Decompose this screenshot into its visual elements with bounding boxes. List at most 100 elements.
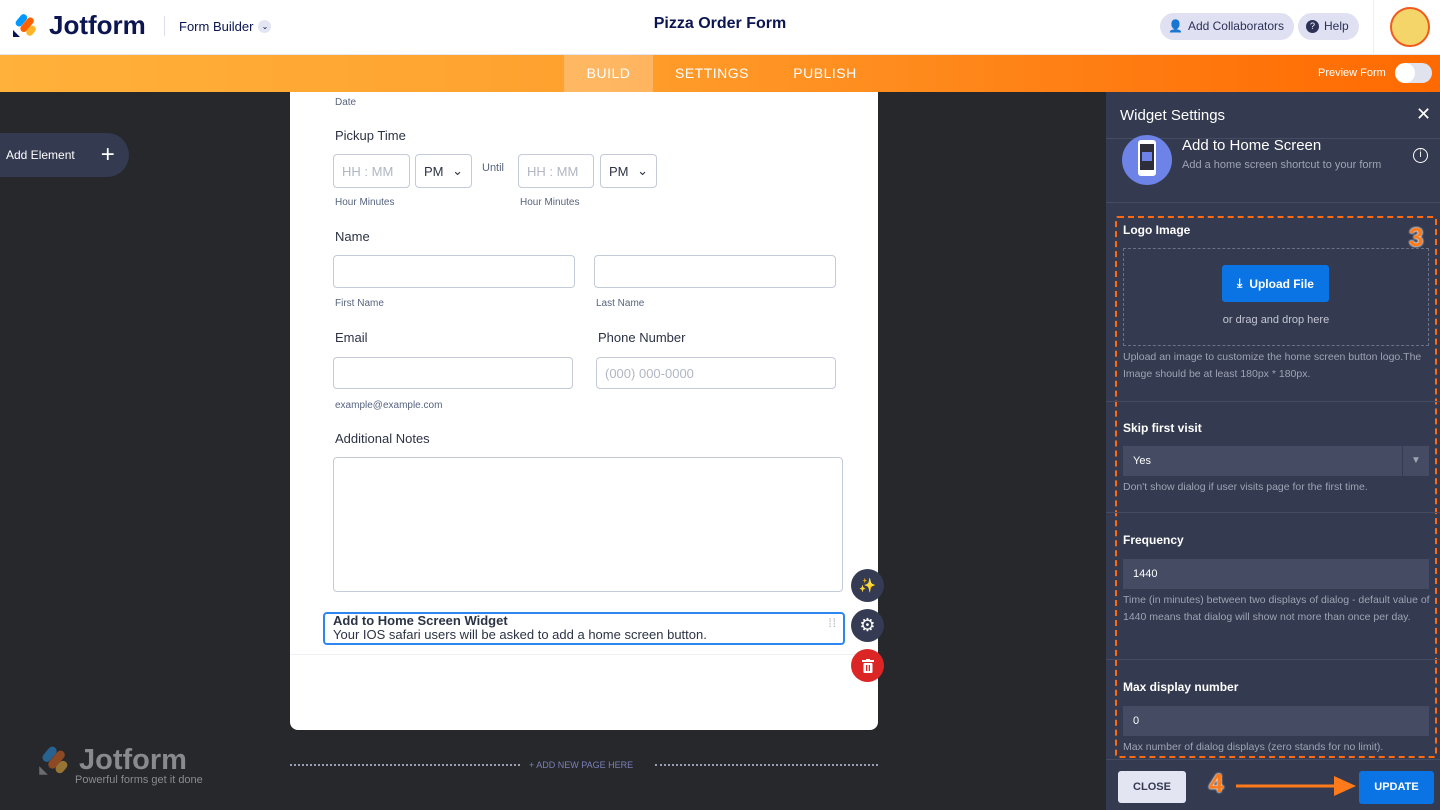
logo-image-label: Logo Image — [1123, 223, 1191, 237]
dotted-line — [655, 764, 878, 766]
home-screen-widget-field[interactable]: Add to Home Screen Widget Your IOS safar… — [323, 612, 845, 645]
info-icon[interactable]: i — [1413, 148, 1428, 163]
first-name-input[interactable] — [333, 255, 575, 288]
skip-first-visit-label: Skip first visit — [1123, 421, 1202, 435]
divider — [1106, 202, 1440, 203]
step-4-marker: 4 — [1209, 768, 1224, 798]
divider — [1106, 759, 1440, 760]
dropdown-arrow-icon: ▼ — [1402, 446, 1429, 476]
avatar[interactable] — [1390, 7, 1430, 47]
help-button[interactable]: ? Help — [1298, 13, 1359, 40]
form-canvas: Date Pickup Time HH : MM PM ⌄ Until HH : … — [290, 92, 878, 730]
user-icon: 👤 — [1168, 19, 1183, 33]
update-button[interactable]: UPDATE — [1359, 771, 1434, 804]
pickup-start-time-input[interactable]: HH : MM — [333, 154, 410, 188]
gear-icon: ⚙ — [859, 615, 876, 635]
footer-brand: Jotform — [79, 744, 187, 776]
hour-minutes-sublabel: Hour Minutes — [520, 197, 580, 208]
pickup-time-label: Pickup Time — [335, 128, 406, 143]
divider — [164, 16, 165, 36]
tab-build[interactable]: BUILD — [564, 55, 653, 92]
widget-title: Add to Home Screen Widget — [333, 613, 508, 628]
nav-bar: BUILD SETTINGS PUBLISH Preview Form — [0, 55, 1440, 92]
widget-name: Add to Home Screen — [1182, 137, 1322, 154]
max-display-label: Max display number — [1123, 680, 1239, 694]
value: PM — [609, 163, 629, 179]
settings-button[interactable]: ⚙ — [851, 609, 884, 642]
tab-publish[interactable]: PUBLISH — [776, 55, 874, 92]
plus-icon: + — [100, 141, 115, 168]
widget-subtitle: Add a home screen shortcut to your form — [1182, 159, 1382, 171]
page-divider — [290, 654, 878, 655]
label: Upload File — [1249, 276, 1314, 291]
phone-label: Phone Number — [598, 330, 686, 345]
arrow-icon — [1236, 776, 1356, 796]
first-name-sublabel: First Name — [335, 298, 384, 309]
until-label: Until — [482, 162, 505, 174]
pickup-end-time-input[interactable]: HH : MM — [518, 154, 594, 188]
max-display-input[interactable]: 0 — [1123, 706, 1429, 736]
frequency-help: Time (in minutes) between two displays o… — [1123, 594, 1430, 623]
phone-input[interactable]: (000) 000-0000 — [596, 357, 836, 389]
skip-first-visit-select[interactable]: Yes ▼ — [1123, 446, 1429, 476]
product-label: Form Builder — [179, 19, 254, 34]
divider — [1373, 0, 1374, 55]
jotform-footer-logo-icon — [38, 744, 70, 776]
frequency-label: Frequency — [1123, 533, 1184, 547]
add-new-page-link[interactable]: + ADD NEW PAGE HERE — [529, 760, 633, 770]
skip-help: Don't show dialog if user visits page fo… — [1123, 481, 1368, 493]
email-label: Email — [335, 330, 368, 345]
panel-title: Widget Settings — [1120, 107, 1226, 124]
pickup-end-ampm-select[interactable]: PM ⌄ — [600, 154, 657, 188]
label: Help — [1324, 19, 1349, 33]
last-name-sublabel: Last Name — [596, 298, 645, 309]
phone-home-icon — [1122, 135, 1172, 185]
close-icon[interactable]: ✕ — [1416, 104, 1431, 125]
upload-file-button[interactable]: ⤓ Upload File — [1222, 265, 1329, 302]
magic-wand-button[interactable]: ✨ — [851, 569, 884, 602]
frequency-input[interactable]: 1440 — [1123, 559, 1429, 589]
divider — [1106, 401, 1440, 402]
add-element-button[interactable]: Add Element + — [0, 133, 129, 177]
email-input[interactable] — [333, 357, 573, 389]
pickup-start-ampm-select[interactable]: PM ⌄ — [415, 154, 472, 188]
widget-settings-panel: Widget Settings ✕ Add to Home Screen Add… — [1106, 92, 1440, 810]
tab-settings[interactable]: SETTINGS — [658, 55, 766, 92]
chevron-down-icon: ⌄ — [258, 20, 272, 33]
trash-icon — [861, 658, 874, 673]
value: Yes — [1133, 455, 1151, 467]
chevron-down-icon: ⌄ — [637, 163, 648, 178]
drag-drop-text: or drag and drop here — [1222, 314, 1330, 326]
close-button[interactable]: CLOSE — [1118, 771, 1186, 803]
form-builder-dropdown[interactable]: Form Builder ⌄ — [179, 19, 272, 34]
jotform-logo-icon — [12, 12, 38, 38]
dotted-line — [290, 764, 520, 766]
preview-form-label: Preview Form — [1318, 67, 1386, 79]
add-collaborators-button[interactable]: 👤 Add Collaborators — [1160, 13, 1295, 40]
help-icon: ? — [1306, 20, 1319, 33]
download-icon: ⤓ — [1237, 276, 1243, 290]
delete-button[interactable] — [851, 649, 884, 682]
logo-help: Upload an image to customize the home sc… — [1123, 351, 1422, 380]
label: Add Collaborators — [1187, 19, 1285, 33]
value: PM — [424, 163, 444, 179]
chevron-down-icon: ⌄ — [452, 163, 463, 178]
email-sublabel: example@example.com — [335, 400, 443, 411]
magic-wand-icon: ✨ — [858, 577, 877, 593]
divider — [1106, 659, 1440, 660]
divider — [1106, 512, 1440, 513]
max-display-help: Max number of dialog displays (zero stan… — [1123, 741, 1384, 753]
notes-label: Additional Notes — [335, 431, 430, 446]
hour-minutes-sublabel: Hour Minutes — [335, 197, 395, 208]
drag-handle-icon[interactable]: ⁞⁞ — [828, 617, 837, 629]
notes-textarea[interactable] — [333, 457, 843, 592]
preview-form-toggle[interactable] — [1395, 63, 1432, 83]
last-name-input[interactable] — [594, 255, 836, 288]
date-sublabel: Date — [335, 97, 357, 108]
widget-description: Your IOS safari users will be asked to a… — [333, 627, 707, 642]
brand-name[interactable]: Jotform — [49, 10, 146, 41]
name-label: Name — [335, 229, 370, 244]
footer-tagline: Powerful forms get it done — [75, 774, 203, 786]
top-header: Jotform Form Builder ⌄ Pizza Order Form … — [0, 0, 1440, 55]
label: Add Element — [6, 148, 75, 162]
